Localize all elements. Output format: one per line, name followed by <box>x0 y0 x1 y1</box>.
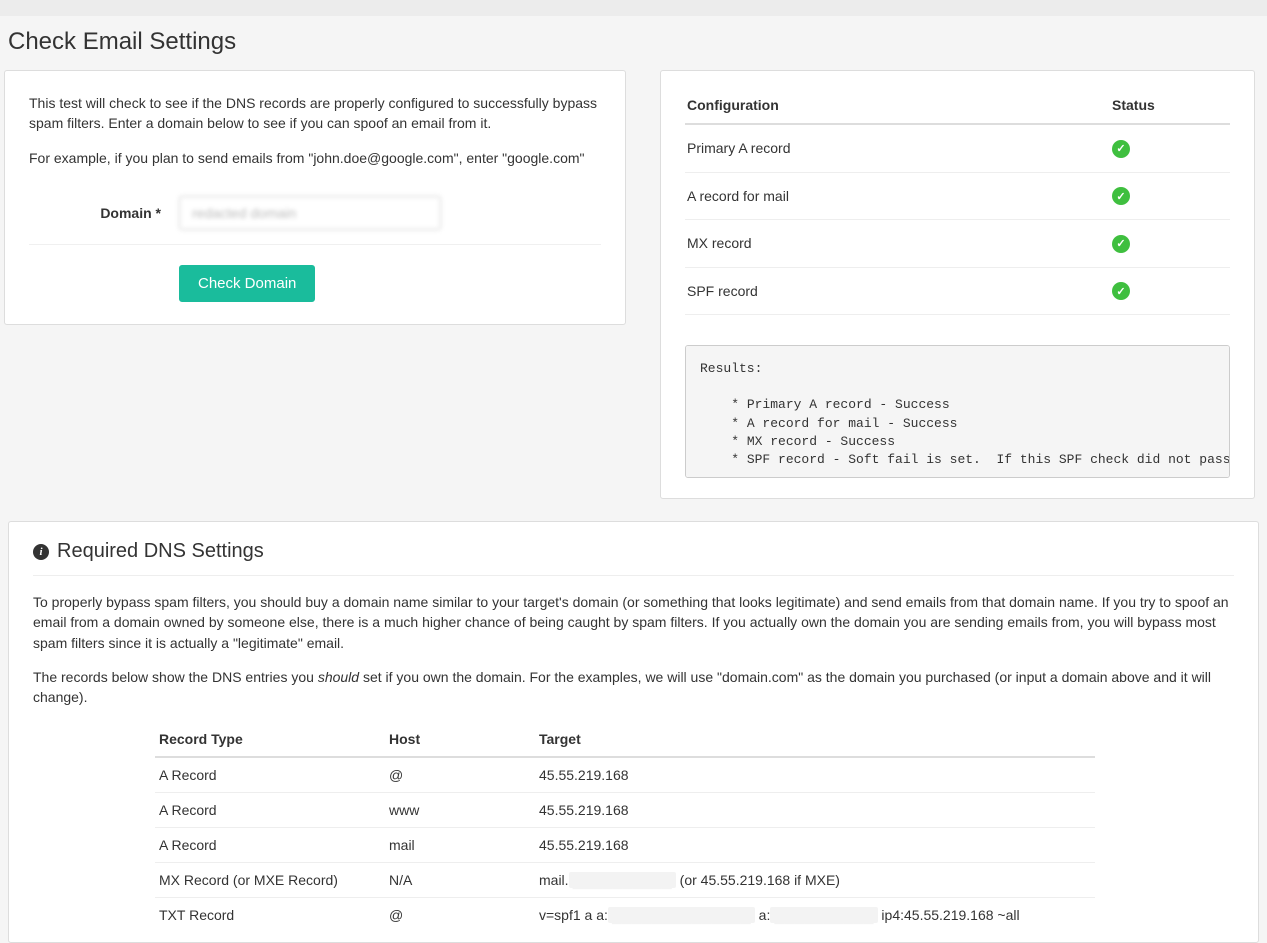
status-row-label: SPF record <box>685 267 1110 315</box>
required-dns-panel: i Required DNS Settings To properly bypa… <box>8 521 1259 942</box>
table-row: TXT Record @ v=spf1 a a:██████████████ a… <box>155 897 1095 932</box>
status-row: SPF record ✓ <box>685 267 1230 315</box>
table-row: A Record @ 45.55.219.168 <box>155 757 1095 793</box>
intro-text-1: This test will check to see if the DNS r… <box>29 93 601 134</box>
check-circle-icon: ✓ <box>1112 187 1130 205</box>
status-table: Configuration Status Primary A record ✓ … <box>685 87 1230 315</box>
dns-header-type: Record Type <box>155 722 385 757</box>
status-row: MX record ✓ <box>685 220 1230 268</box>
check-domain-button[interactable]: Check Domain <box>179 265 315 302</box>
status-row-label: A record for mail <box>685 172 1110 220</box>
required-dns-title-text: Required DNS Settings <box>57 540 264 563</box>
intro-text-2: For example, if you plan to send emails … <box>29 148 601 168</box>
table-row: A Record www 45.55.219.168 <box>155 792 1095 827</box>
top-ribbon <box>0 0 1267 16</box>
status-row: Primary A record ✓ <box>685 124 1230 172</box>
table-row: A Record mail 45.55.219.168 <box>155 827 1095 862</box>
status-panel: Configuration Status Primary A record ✓ … <box>660 70 1255 499</box>
dns-table: Record Type Host Target A Record @ 45.55… <box>155 722 1095 932</box>
info-icon: i <box>33 544 49 560</box>
dns-header-host: Host <box>385 722 535 757</box>
results-pre[interactable]: Results: * Primary A record - Success * … <box>685 345 1230 478</box>
status-row-label: Primary A record <box>685 124 1110 172</box>
check-circle-icon: ✓ <box>1112 282 1130 300</box>
page-title: Check Email Settings <box>4 16 1263 70</box>
status-row-label: MX record <box>685 220 1110 268</box>
status-row: A record for mail ✓ <box>685 172 1230 220</box>
table-row: MX Record (or MXE Record) N/A mail.█████… <box>155 862 1095 897</box>
domain-label: Domain * <box>29 205 179 221</box>
domain-form-row: Domain * <box>29 182 601 245</box>
dns-header-target: Target <box>535 722 1095 757</box>
required-p2: The records below show the DNS entries y… <box>33 667 1234 708</box>
status-header-config: Configuration <box>685 87 1110 124</box>
required-p1: To properly bypass spam filters, you sho… <box>33 592 1234 653</box>
check-circle-icon: ✓ <box>1112 235 1130 253</box>
domain-input[interactable] <box>179 196 441 230</box>
status-header-status: Status <box>1110 87 1230 124</box>
required-dns-title: i Required DNS Settings <box>33 540 1234 576</box>
check-panel: This test will check to see if the DNS r… <box>4 70 626 325</box>
check-circle-icon: ✓ <box>1112 140 1130 158</box>
